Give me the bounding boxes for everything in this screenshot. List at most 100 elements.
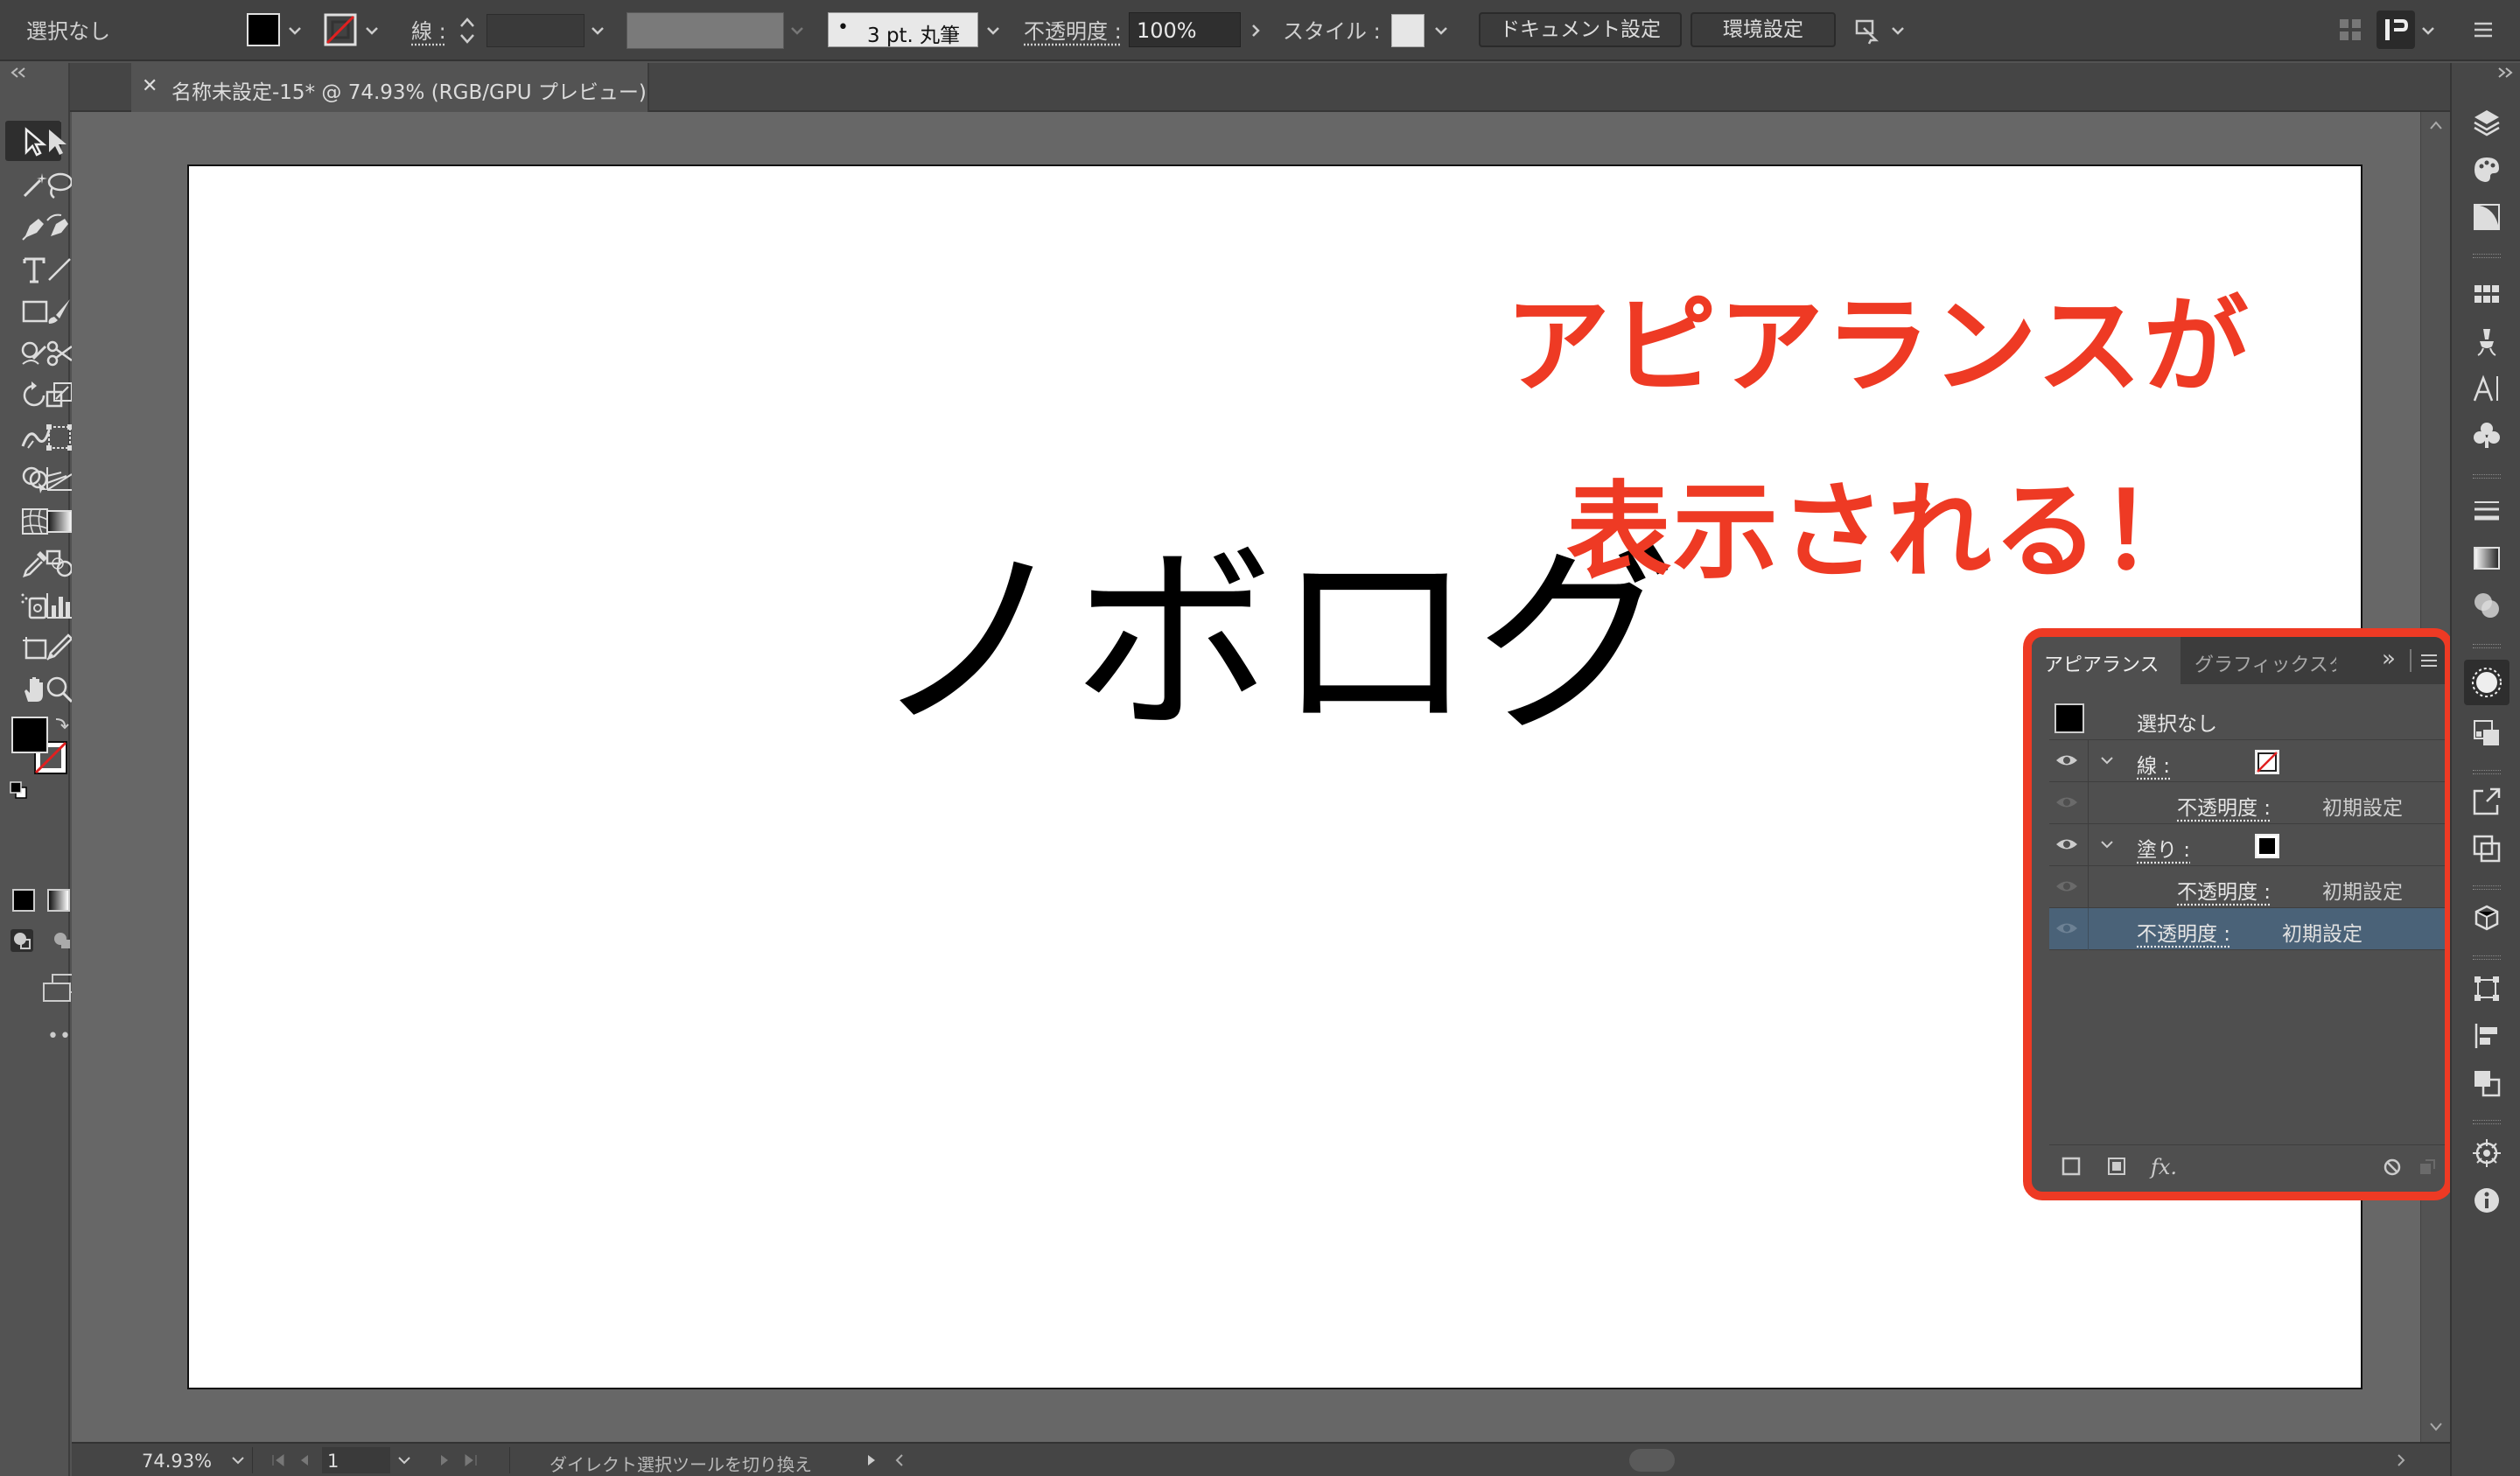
arrange-documents-icon[interactable] [1852,14,1883,45]
artboard-number-field[interactable]: 1 [322,1447,390,1473]
scale-tool-icon[interactable] [44,380,75,411]
visibility-eye-icon[interactable] [2054,751,2079,770]
fill-swatch[interactable] [247,13,280,46]
chevron-down-icon[interactable] [2418,21,2438,40]
zoom-level[interactable]: 74.93% [142,1451,212,1472]
perspective-grid-icon[interactable] [44,464,75,495]
scroll-right-icon[interactable] [2392,1452,2410,1468]
add-new-fill-icon[interactable] [2105,1155,2128,1178]
pathfinder-icon[interactable] [2471,1067,2502,1099]
graphic-styles-icon[interactable] [2471,717,2502,749]
graphic-style-swatch[interactable] [1391,14,1424,47]
stroke-label[interactable]: 線 : [2137,749,2170,779]
default-colors-icon[interactable] [9,780,30,801]
zoom-tool-icon[interactable] [44,674,75,705]
menu-icon[interactable] [2471,17,2496,42]
document-tab[interactable]: ✕ 名称未設定-15* @ 74.93% (RGB/GPU プレビュー) [131,63,649,112]
blend-tool-icon[interactable] [44,548,75,579]
scroll-down-icon[interactable] [2428,1421,2444,1433]
tab-graphic-styles[interactable]: グラフィックスタ [2182,637,2336,684]
opacity-input[interactable]: 100% [1129,12,1241,47]
chevron-down-icon[interactable] [285,21,304,40]
character-icon[interactable] [2471,373,2502,404]
dock-group-grip[interactable] [2473,885,2501,890]
paintbrush-icon[interactable] [44,296,75,327]
column-graph-icon[interactable] [44,590,75,621]
workspace-switcher[interactable] [2376,10,2415,49]
visibility-eye-icon[interactable] [2054,919,2079,938]
fill-attribute-row[interactable]: 塗り : [2049,824,2445,866]
artboard-text[interactable]: ノボログ [872,542,1676,744]
info-icon[interactable] [2471,1185,2502,1216]
dock-group-grip[interactable] [2473,1120,2501,1124]
visibility-eye-icon[interactable] [2054,793,2079,812]
visibility-eye-icon[interactable] [2054,877,2079,896]
gradient-tool-icon[interactable] [44,506,75,537]
status-menu-icon[interactable] [863,1452,880,1468]
dock-group-grip[interactable] [2473,644,2501,648]
gradient-panel-icon[interactable] [2471,542,2502,574]
object-opacity-row[interactable]: 不透明度 : 初期設定 [2049,908,2445,950]
align-icon[interactable] [2471,1020,2502,1052]
opacity-label[interactable]: 不透明度 : [2177,875,2271,905]
lasso-icon[interactable] [44,170,75,201]
horizontal-scroll-thumb[interactable] [1629,1449,1675,1472]
dock-group-grip[interactable] [2473,955,2501,960]
color-mode-button[interactable] [12,889,35,912]
close-tab-icon[interactable]: ✕ [142,75,158,97]
chevron-down-icon[interactable] [229,1452,247,1468]
slice-tool-icon[interactable] [44,632,75,663]
chevron-down-icon[interactable] [1432,21,1451,40]
color-guide-icon[interactable] [2471,201,2502,233]
clear-appearance-icon[interactable] [2382,1157,2403,1178]
scissors-icon[interactable] [44,338,75,369]
scroll-up-icon[interactable] [2428,119,2444,131]
panel-menu-icon[interactable] [2418,651,2440,670]
fill-swatch[interactable] [2254,833,2280,859]
brush-definition[interactable]: • 3 pt. 丸筆 [828,12,978,47]
opacity-label[interactable]: 不透明度 : [2177,791,2271,821]
next-artboard-icon[interactable] [436,1452,453,1468]
transform-icon[interactable] [2471,973,2502,1004]
grid-icon[interactable] [2338,17,2362,42]
stroke-swatch[interactable] [324,13,357,46]
chevron-down-icon[interactable] [1888,21,1908,40]
add-new-stroke-icon[interactable] [2060,1155,2082,1178]
stroke-swatch[interactable] [2254,749,2280,775]
collapse-icon[interactable] [9,66,30,79]
duplicate-item-icon[interactable] [2417,1157,2438,1178]
tab-appearance[interactable]: アピアランス [2032,637,2180,684]
stroke-weight-input[interactable] [486,14,584,47]
last-artboard-icon[interactable] [462,1452,480,1468]
direct-selection-tool-icon[interactable] [46,126,68,157]
tab-overflow-icon[interactable]: » [2382,646,2396,672]
preferences-button[interactable]: 環境設定 [1690,12,1836,47]
symbols-icon[interactable] [2471,420,2502,451]
libraries-icon[interactable] [2471,833,2502,864]
variable-width-profile[interactable] [626,12,784,49]
fill-label[interactable]: 塗り : [2137,833,2190,863]
brushes-icon[interactable] [2471,325,2502,357]
stroke-opacity-row[interactable]: 不透明度 : 初期設定 [2049,782,2445,824]
opacity-label[interactable]: 不透明度 : [1024,14,1122,45]
stroke-panel-icon[interactable] [2471,495,2502,527]
first-artboard-icon[interactable] [270,1452,287,1468]
document-settings-button[interactable]: ドキュメント設定 [1479,12,1682,47]
export-icon[interactable] [2471,786,2502,817]
chevron-right-icon[interactable] [1246,21,1265,40]
chevron-down-icon[interactable] [2098,752,2116,768]
chevron-down-icon[interactable] [362,21,382,40]
scroll-left-icon[interactable] [891,1452,908,1468]
dock-group-grip[interactable] [2473,770,2501,774]
opacity-label[interactable]: 不透明度 : [2137,917,2230,947]
visibility-eye-icon[interactable] [2054,835,2079,854]
expand-panels-icon[interactable] [2494,66,2515,79]
draw-behind-icon[interactable] [51,929,74,952]
fill-opacity-row[interactable]: 不透明度 : 初期設定 [2049,866,2445,908]
line-segment-icon[interactable] [44,254,75,285]
chevron-down-icon[interactable] [2098,836,2116,852]
chevron-down-icon[interactable] [984,21,1003,40]
chevron-down-icon[interactable] [396,1452,413,1468]
dock-group-grip[interactable] [2473,254,2501,258]
layers-icon[interactable] [2471,107,2502,138]
